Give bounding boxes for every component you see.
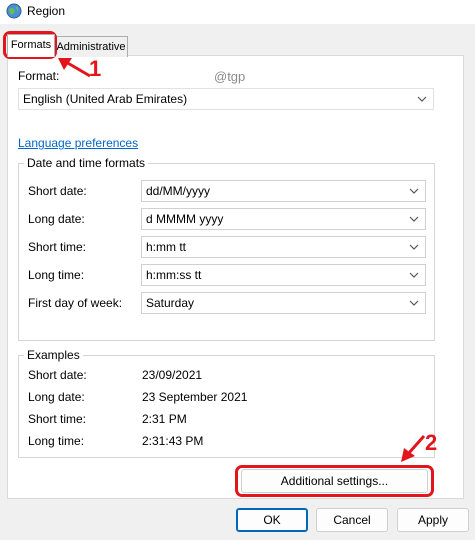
example-long-date-value: 23 September 2021 bbox=[142, 390, 248, 404]
date-time-formats-title: Date and time formats bbox=[24, 156, 149, 170]
short-date-select[interactable]: dd/MM/yyyy bbox=[141, 180, 426, 202]
tab-administrative-label: Administrative bbox=[56, 41, 126, 53]
step-1-number: 1 bbox=[89, 56, 102, 81]
red-arrow-icon bbox=[401, 435, 426, 462]
ok-label: OK bbox=[263, 513, 281, 527]
apply-label: Apply bbox=[417, 513, 449, 527]
example-long-date-label: Long date: bbox=[28, 390, 85, 404]
chevron-down-icon bbox=[409, 300, 419, 306]
example-short-date-value: 23/09/2021 bbox=[142, 368, 203, 382]
format-label: Format: bbox=[18, 69, 60, 83]
example-short-time-value: 2:31 PM bbox=[142, 412, 187, 426]
first-day-of-week-value: Saturday bbox=[146, 296, 195, 310]
chevron-down-icon bbox=[417, 96, 427, 102]
example-short-date-label: Short date: bbox=[28, 368, 87, 382]
chevron-down-icon bbox=[409, 188, 419, 194]
example-long-time-value: 2:31:43 PM bbox=[142, 434, 204, 448]
title-bar bbox=[0, 0, 475, 24]
short-time-select[interactable]: h:mm tt bbox=[141, 236, 426, 258]
long-date-label: Long date: bbox=[28, 212, 85, 226]
long-date-value: d MMMM yyyy bbox=[146, 212, 224, 226]
globe-icon bbox=[6, 3, 22, 19]
format-select-value: English (United Arab Emirates) bbox=[23, 92, 188, 106]
long-time-label: Long time: bbox=[28, 268, 85, 282]
format-select[interactable]: English (United Arab Emirates) bbox=[18, 88, 434, 110]
apply-button[interactable]: Apply bbox=[397, 508, 469, 532]
window-title: Region bbox=[27, 4, 66, 18]
language-preferences-link[interactable]: Language preferences bbox=[18, 136, 138, 150]
chevron-down-icon bbox=[409, 244, 419, 250]
tab-formats[interactable]: Formats bbox=[7, 34, 55, 57]
short-date-value: dd/MM/yyyy bbox=[146, 184, 211, 198]
examples-title: Examples bbox=[24, 348, 83, 362]
ok-button[interactable]: OK bbox=[236, 508, 308, 532]
first-day-of-week-select[interactable]: Saturday bbox=[141, 292, 426, 314]
tab-formats-label: Formats bbox=[10, 39, 52, 51]
cancel-label: Cancel bbox=[333, 513, 371, 527]
watermark: @tgp bbox=[214, 69, 246, 84]
highlight-additional-settings bbox=[235, 465, 434, 497]
short-date-label: Short date: bbox=[28, 184, 87, 198]
long-time-select[interactable]: h:mm:ss tt bbox=[141, 264, 426, 286]
tab-administrative[interactable]: Administrative bbox=[54, 36, 128, 57]
long-time-value: h:mm:ss tt bbox=[146, 268, 202, 282]
red-arrow-icon bbox=[58, 58, 91, 78]
example-long-time-label: Long time: bbox=[28, 434, 85, 448]
long-date-select[interactable]: d MMMM yyyy bbox=[141, 208, 426, 230]
chevron-down-icon bbox=[409, 216, 419, 222]
short-time-label: Short time: bbox=[28, 240, 87, 254]
example-short-time-label: Short time: bbox=[28, 412, 87, 426]
short-time-value: h:mm tt bbox=[146, 240, 187, 254]
first-day-of-week-label: First day of week: bbox=[28, 296, 123, 310]
cancel-button[interactable]: Cancel bbox=[316, 508, 388, 532]
chevron-down-icon bbox=[409, 272, 419, 278]
